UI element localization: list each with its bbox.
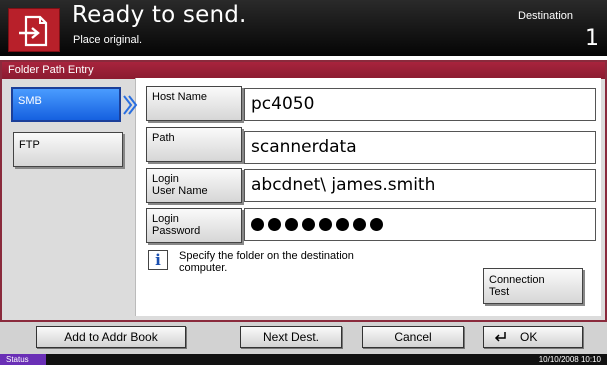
- password-dot: [268, 217, 281, 231]
- status-bar: Status 10/10/2008 10:10: [0, 354, 607, 365]
- info-icon: i: [148, 250, 168, 270]
- password-dot: [285, 217, 298, 231]
- info-message: Specify the folder on the destination co…: [179, 250, 389, 274]
- path-button[interactable]: Path: [146, 127, 242, 162]
- ftp-button[interactable]: FTP: [13, 132, 123, 167]
- cancel-button[interactable]: Cancel: [362, 326, 464, 348]
- info-message-line1: Specify the folder on the destination: [179, 250, 354, 262]
- ok-button[interactable]: OK: [483, 326, 583, 348]
- login-password-label-line1: Login: [152, 213, 179, 225]
- connection-test-label-line1: Connection: [489, 274, 545, 286]
- connection-test-button[interactable]: Connection Test: [483, 268, 583, 304]
- status-subtitle: Place original.: [73, 34, 143, 46]
- bottom-bar: Add to Addr Book Next Dest. Cancel OK: [0, 322, 607, 354]
- dialog-title: Folder Path Entry: [2, 62, 605, 79]
- login-user-name-button[interactable]: Login User Name: [146, 168, 242, 203]
- chevron-right-icon: [123, 95, 138, 115]
- login-user-name-label-line1: Login: [152, 173, 179, 185]
- path-field[interactable]: scannerdata: [244, 131, 596, 164]
- login-password-button[interactable]: Login Password: [146, 208, 242, 243]
- status-button[interactable]: Status: [0, 354, 46, 365]
- next-dest-button[interactable]: Next Dest.: [240, 326, 342, 348]
- login-password-field[interactable]: [244, 208, 596, 241]
- info-message-line2: computer.: [179, 262, 228, 274]
- password-dot: [336, 217, 349, 231]
- host-name-field[interactable]: pc4050: [244, 88, 596, 121]
- login-user-name-label-line2: User Name: [152, 185, 208, 197]
- password-dot: [353, 217, 366, 231]
- document-send-icon: [8, 8, 60, 52]
- password-dot: [319, 217, 332, 231]
- add-to-addr-book-button[interactable]: Add to Addr Book: [36, 326, 186, 348]
- status-title: Ready to send.: [72, 2, 247, 28]
- destination-label: Destination: [518, 10, 574, 22]
- header-bar: Ready to send. Place original. Destinati…: [0, 0, 607, 56]
- date-time: 10/10/2008 10:10: [538, 355, 601, 364]
- enter-icon: [494, 332, 506, 342]
- host-name-button[interactable]: Host Name: [146, 86, 242, 121]
- ok-label: OK: [520, 330, 538, 344]
- password-dot: [370, 217, 383, 231]
- smb-button[interactable]: SMB: [11, 87, 121, 122]
- connection-test-label-line2: Test: [489, 286, 510, 298]
- destination-count: 1: [585, 26, 599, 51]
- login-password-label-line2: Password: [152, 225, 201, 237]
- password-dot: [302, 217, 315, 231]
- login-user-name-field[interactable]: abcdnet\ james.smith: [244, 169, 596, 202]
- password-dot: [251, 217, 264, 231]
